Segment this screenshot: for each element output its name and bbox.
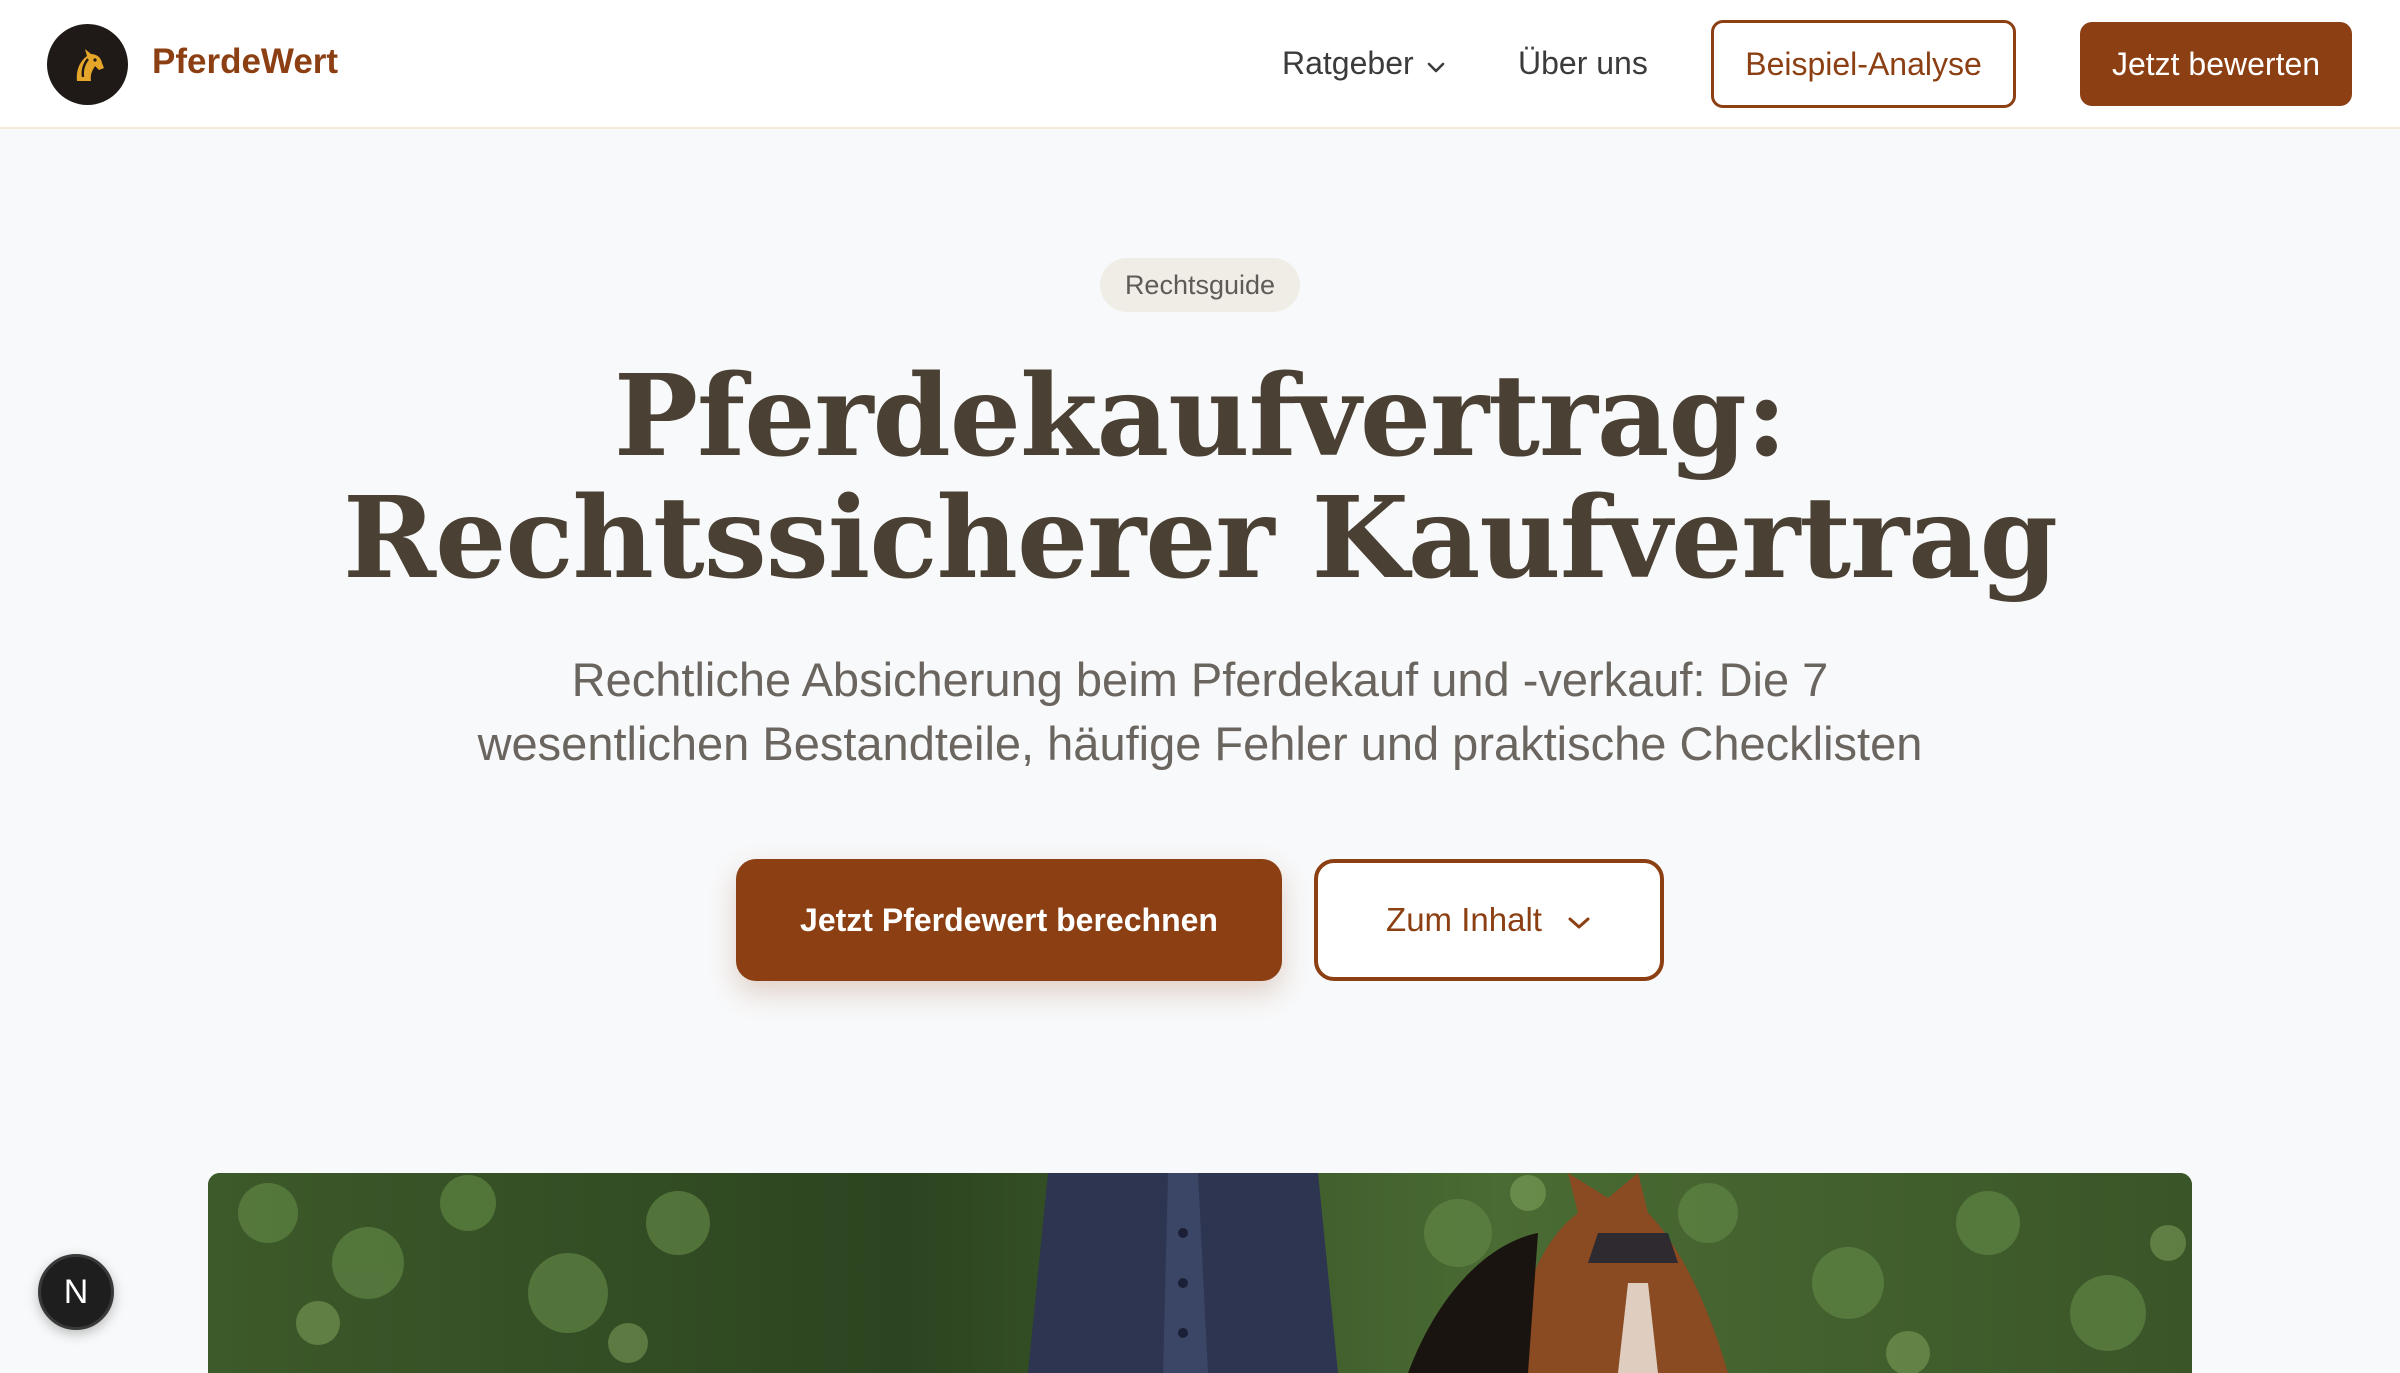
nav-ratgeber[interactable]: Ratgeber [1282,40,1446,86]
site-header: PferdeWert Ratgeber Über uns Beispiel-An… [0,0,2400,129]
category-badge: Rechtsguide [1100,258,1300,312]
to-content-button[interactable]: Zum Inhalt [1314,859,1664,981]
page-title-line-2: Rechtssicherer Kaufvertrag [343,473,2058,604]
page-subtitle: Rechtliche Absicherung beim Pferdekauf u… [400,648,2000,776]
brand-name[interactable]: PferdeWert [152,40,338,84]
chevron-down-icon [1426,45,1446,82]
chevron-down-icon [1566,901,1592,939]
to-content-label: Zum Inhalt [1386,901,1542,938]
beispiel-analyse-button[interactable]: Beispiel-Analyse [1711,20,2016,108]
nextjs-icon[interactable]: N [38,1254,114,1330]
subtitle-line-2: wesentlichen Bestandteile, häufige Fehle… [477,717,1923,770]
subtitle-line-1: Rechtliche Absicherung beim Pferdekauf u… [571,653,1829,706]
page-title-line-1: Pferdekaufvertrag: [613,351,1787,482]
jetzt-bewerten-button[interactable]: Jetzt bewerten [2080,22,2352,106]
nav-ueber-uns[interactable]: Über uns [1518,40,1648,86]
hero-image [208,1173,2192,1373]
page-title: Pferdekaufvertrag: Rechtssicherer Kaufve… [200,356,2200,600]
horse-logo-icon[interactable] [47,24,128,105]
nav-ratgeber-label: Ratgeber [1282,44,1414,81]
calculate-horse-value-button[interactable]: Jetzt Pferdewert berechnen [736,859,1282,981]
